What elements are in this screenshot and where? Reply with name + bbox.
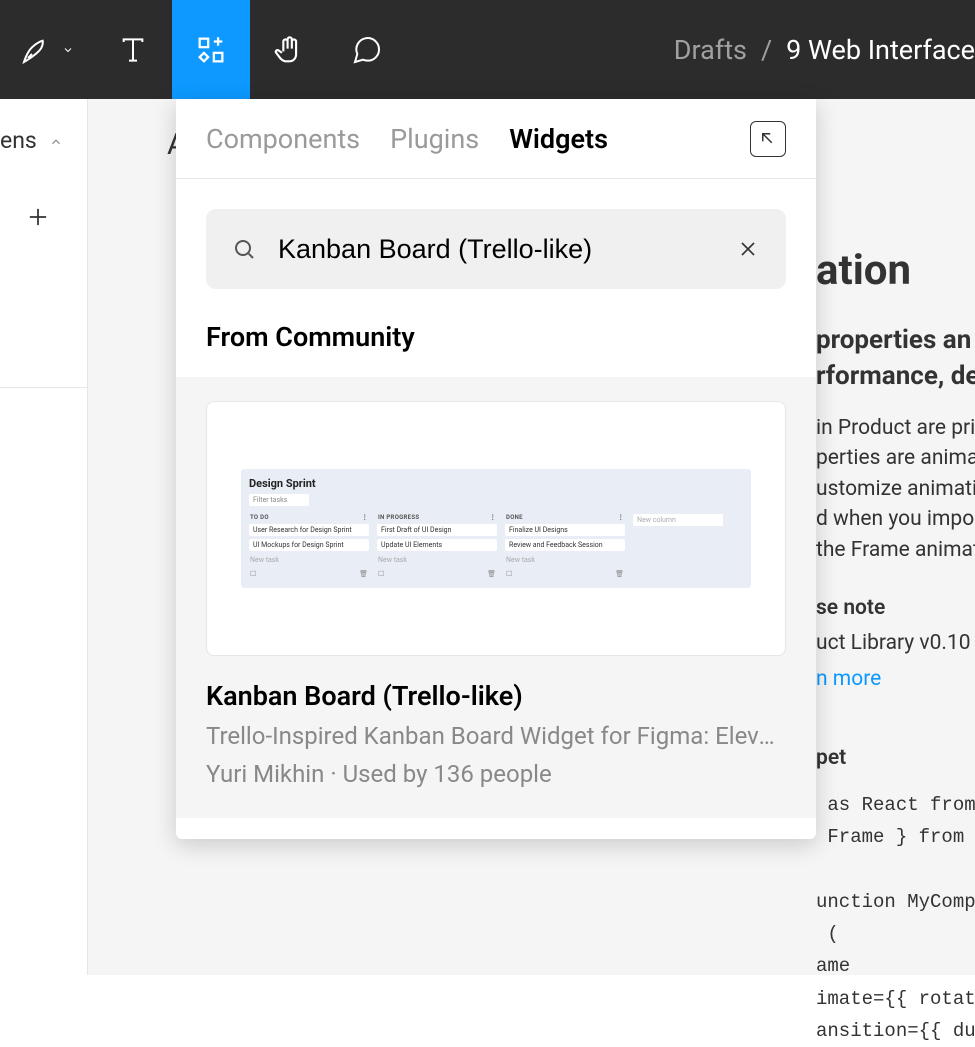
tool-group xyxy=(0,0,406,99)
result-usage: Used by 136 people xyxy=(343,760,552,788)
breadcrumb: Drafts / 9 Web Interface xyxy=(674,34,975,66)
tab-widgets[interactable]: Widgets xyxy=(509,123,608,155)
preview-columns: TO DO⋮ User Research for Design Sprint U… xyxy=(249,514,743,578)
preview-col-done: DONE⋮ Finalize UI Designs Review and Fee… xyxy=(505,514,625,578)
preview-filter: Filter tasks xyxy=(249,494,309,506)
add-button[interactable] xyxy=(24,203,52,231)
resources-icon xyxy=(194,33,228,67)
section-title: From Community xyxy=(176,307,816,361)
breadcrumb-separator: / xyxy=(761,34,772,66)
chevron-down-icon xyxy=(62,44,74,56)
right-code: as React from "rea Frame } from "fram un… xyxy=(816,789,975,1047)
text-tool[interactable] xyxy=(94,0,172,99)
right-note-body: uct Library v0.10 and ea xyxy=(816,628,975,660)
close-icon xyxy=(736,237,760,261)
kanban-preview: Design Sprint Filter tasks TO DO⋮ User R… xyxy=(241,469,751,588)
right-title: ation xyxy=(816,239,975,302)
resources-panel: Components Plugins Widgets From Communit… xyxy=(176,99,816,839)
tab-plugins[interactable]: Plugins xyxy=(390,123,479,155)
result-item[interactable]: Design Sprint Filter tasks TO DO⋮ User R… xyxy=(176,377,816,818)
comment-icon xyxy=(351,34,383,66)
right-link[interactable]: n more xyxy=(816,664,975,696)
right-code-title: pet xyxy=(816,743,975,775)
preview-col-inprogress: IN PROGRESS⋮ First Draft of UI Design Up… xyxy=(377,514,497,578)
search-field[interactable] xyxy=(206,209,786,289)
clear-search-button[interactable] xyxy=(736,237,760,261)
resources-tool[interactable] xyxy=(172,0,250,99)
preview-col-todo: TO DO⋮ User Research for Design Sprint U… xyxy=(249,514,369,578)
right-note-title: se note xyxy=(816,593,975,625)
hand-tool[interactable] xyxy=(250,0,328,99)
plus-icon xyxy=(24,203,52,231)
preview-board-title: Design Sprint xyxy=(249,477,743,490)
chevron-up-icon xyxy=(49,135,63,149)
left-panel: ens xyxy=(0,99,88,975)
search-wrap xyxy=(176,179,816,307)
breadcrumb-drafts[interactable]: Drafts xyxy=(674,34,747,66)
result-title: Kanban Board (Trello-like) xyxy=(206,680,786,712)
tab-components[interactable]: Components xyxy=(206,123,360,155)
pen-icon xyxy=(20,34,52,66)
preview-col-new: New column xyxy=(633,514,723,578)
search-icon xyxy=(232,237,256,261)
text-icon xyxy=(117,34,149,66)
hand-icon xyxy=(272,33,306,67)
search-input[interactable] xyxy=(278,234,714,265)
arrow-out-icon xyxy=(759,130,777,148)
panel-tabs: Components Plugins Widgets xyxy=(176,99,816,179)
move-tool[interactable] xyxy=(0,0,94,99)
result-description: Trello-Inspired Kanban Board Widget for … xyxy=(206,722,786,750)
top-toolbar: Drafts / 9 Web Interface xyxy=(0,0,975,99)
breadcrumb-file[interactable]: 9 Web Interface xyxy=(786,34,975,66)
left-partial-label: ens xyxy=(0,127,63,154)
right-subtitle: properties an rformance, de xyxy=(816,322,975,395)
right-content: ation properties an rformance, de in Pro… xyxy=(816,99,975,1047)
expand-button[interactable] xyxy=(750,121,786,157)
result-meta: Yuri Mikhin · Used by 136 people xyxy=(206,760,786,788)
result-author: Yuri Mikhin xyxy=(206,760,324,788)
result-thumbnail: Design Sprint Filter tasks TO DO⋮ User R… xyxy=(206,401,786,656)
right-body: in Product are primar perties are animat… xyxy=(816,413,975,565)
divider xyxy=(0,387,87,388)
comment-tool[interactable] xyxy=(328,0,406,99)
